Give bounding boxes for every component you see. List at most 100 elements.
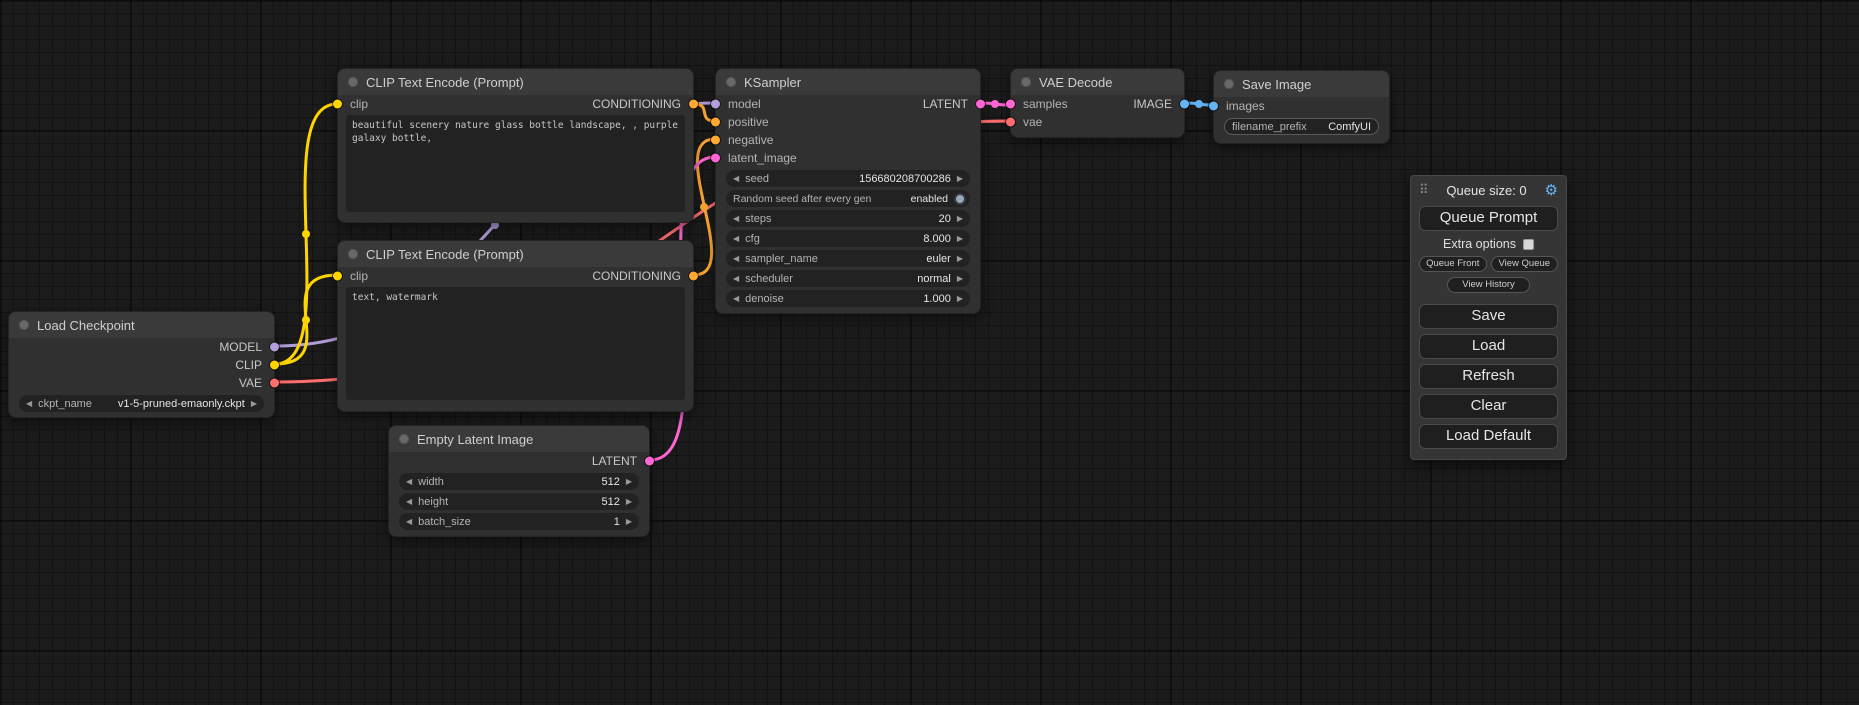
view-history-button[interactable]: View History [1447,277,1530,293]
node-status-dot[interactable] [19,320,29,330]
ckpt-name-widget[interactable]: ◀ ckpt_name v1-5-pruned-emaonly.ckpt ▶ [19,395,264,412]
node-status-dot[interactable] [348,77,358,87]
panel-divider-gap [1419,293,1558,299]
drag-handle-icon[interactable]: ⠿ [1419,182,1429,198]
arrow-left-icon[interactable]: ◀ [733,255,739,263]
arrow-right-icon[interactable]: ▶ [957,255,963,263]
node-empty-latent-image[interactable]: Empty Latent Image LATENT ◀ width 512 ▶ … [388,425,650,537]
arrow-left-icon[interactable]: ◀ [406,478,412,486]
node-title-bar[interactable]: KSampler [716,69,980,95]
node-title-bar[interactable]: Load Checkpoint [9,312,274,338]
positive-input-socket[interactable] [711,118,720,127]
extra-options-label: Extra options [1443,237,1516,251]
widget-label: Random seed after every gen [733,193,871,205]
arrow-right-icon[interactable]: ▶ [957,275,963,283]
queue-prompt-button[interactable]: Queue Prompt [1419,206,1558,231]
node-load-checkpoint[interactable]: Load Checkpoint MODEL CLIP VAE ◀ ckpt_na… [8,311,275,418]
scheduler-widget[interactable]: ◀ scheduler normal ▶ [726,270,970,287]
widget-value: v1-5-pruned-emaonly.ckpt [118,398,245,410]
node-clip-text-encode-positive[interactable]: CLIP Text Encode (Prompt) clip CONDITION… [337,68,694,223]
node-status-dot[interactable] [399,434,409,444]
arrow-left-icon[interactable]: ◀ [406,518,412,526]
node-title-bar[interactable]: Empty Latent Image [389,426,649,452]
node-clip-text-encode-negative[interactable]: CLIP Text Encode (Prompt) clip CONDITION… [337,240,694,412]
samples-input-socket[interactable] [1006,100,1015,109]
seed-widget[interactable]: ◀ seed 156680208700286 ▶ [726,170,970,187]
toggle-knob[interactable] [954,193,966,205]
arrow-right-icon[interactable]: ▶ [626,498,632,506]
load-default-button[interactable]: Load Default [1419,424,1558,449]
queue-actions-row: Queue Front View Queue [1419,256,1558,272]
arrow-left-icon[interactable]: ◀ [733,235,739,243]
random-seed-toggle-widget[interactable]: Random seed after every gen enabled [726,190,970,207]
latent-output-socket[interactable] [976,100,985,109]
node-title-bar[interactable]: CLIP Text Encode (Prompt) [338,241,693,267]
node-save-image[interactable]: Save Image images filename_prefix ComfyU… [1213,70,1390,144]
steps-widget[interactable]: ◀ steps 20 ▶ [726,210,970,227]
arrow-left-icon[interactable]: ◀ [733,175,739,183]
width-widget[interactable]: ◀ width 512 ▶ [399,473,639,490]
cfg-widget[interactable]: ◀ cfg 8.000 ▶ [726,230,970,247]
batch-size-widget[interactable]: ◀ batch_size 1 ▶ [399,513,639,530]
arrow-left-icon[interactable]: ◀ [733,275,739,283]
view-queue-button[interactable]: View Queue [1491,256,1559,272]
node-title: CLIP Text Encode (Prompt) [366,247,524,262]
arrow-left-icon[interactable]: ◀ [733,295,739,303]
positive-prompt-textarea[interactable]: beautiful scenery nature glass bottle la… [346,115,685,212]
node-vae-decode[interactable]: VAE Decode samples IMAGE vae [1010,68,1185,138]
clip-input-socket[interactable] [333,100,342,109]
conditioning-output-socket[interactable] [689,272,698,281]
slot-label-latent: LATENT [592,454,637,468]
widget-value: 1.000 [923,293,951,305]
arrow-right-icon[interactable]: ▶ [251,400,257,408]
clip-input-socket[interactable] [333,272,342,281]
images-input-socket[interactable] [1209,102,1218,111]
node-title-bar[interactable]: Save Image [1214,71,1389,97]
sampler-name-widget[interactable]: ◀ sampler_name euler ▶ [726,250,970,267]
height-widget[interactable]: ◀ height 512 ▶ [399,493,639,510]
link-midpoint-dot [302,316,310,324]
slot-label-model-input: model [728,97,761,111]
extra-options-checkbox[interactable] [1523,239,1534,250]
refresh-button[interactable]: Refresh [1419,364,1558,389]
latent-output-socket[interactable] [645,457,654,466]
node-status-dot[interactable] [1021,77,1031,87]
arrow-right-icon[interactable]: ▶ [957,235,963,243]
node-title-bar[interactable]: VAE Decode [1011,69,1184,95]
arrow-left-icon[interactable]: ◀ [406,498,412,506]
arrow-right-icon[interactable]: ▶ [626,518,632,526]
load-button[interactable]: Load [1419,334,1558,359]
node-status-dot[interactable] [726,77,736,87]
arrow-left-icon[interactable]: ◀ [26,400,32,408]
arrow-right-icon[interactable]: ▶ [957,215,963,223]
widget-label: scheduler [745,273,793,285]
arrow-right-icon[interactable]: ▶ [957,295,963,303]
arrow-right-icon[interactable]: ▶ [957,175,963,183]
clear-button[interactable]: Clear [1419,394,1558,419]
widget-value: 512 [601,496,619,508]
output-slot-model: MODEL [9,338,274,356]
negative-input-socket[interactable] [711,136,720,145]
save-button[interactable]: Save [1419,304,1558,329]
vae-input-socket[interactable] [1006,118,1015,127]
graph-canvas[interactable]: Load Checkpoint MODEL CLIP VAE ◀ ckpt_na… [0,0,1859,705]
conditioning-output-socket[interactable] [689,100,698,109]
model-input-socket[interactable] [711,100,720,109]
arrow-left-icon[interactable]: ◀ [733,215,739,223]
node-ksampler[interactable]: KSampler model LATENT positive negative … [715,68,981,314]
negative-prompt-textarea[interactable]: text, watermark [346,287,685,400]
vae-output-socket[interactable] [270,379,279,388]
node-title-bar[interactable]: CLIP Text Encode (Prompt) [338,69,693,95]
image-output-socket[interactable] [1180,100,1189,109]
node-status-dot[interactable] [348,249,358,259]
widget-label: denoise [745,293,784,305]
queue-front-button[interactable]: Queue Front [1419,256,1487,272]
clip-output-socket[interactable] [270,361,279,370]
arrow-right-icon[interactable]: ▶ [626,478,632,486]
settings-gear-icon[interactable]: ⚙ [1545,181,1558,199]
latent-image-input-socket[interactable] [711,154,720,163]
node-status-dot[interactable] [1224,79,1234,89]
filename-prefix-widget[interactable]: filename_prefix ComfyUI [1224,118,1379,135]
denoise-widget[interactable]: ◀ denoise 1.000 ▶ [726,290,970,307]
model-output-socket[interactable] [270,343,279,352]
